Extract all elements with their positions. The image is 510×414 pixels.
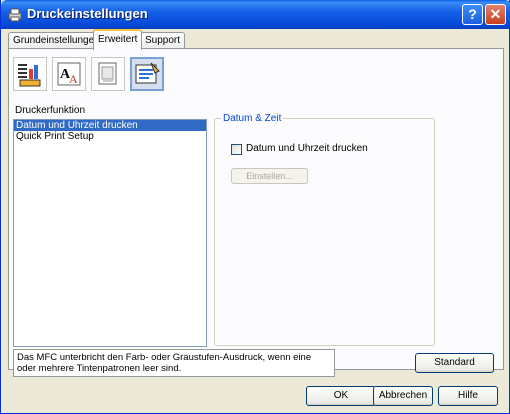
print-quality-icon xyxy=(18,64,41,87)
device-options-icon xyxy=(135,62,160,84)
copy-icon xyxy=(98,62,117,85)
tab-support[interactable]: Support xyxy=(140,32,186,49)
tab-erweitert[interactable]: Erweitert xyxy=(93,29,143,50)
settings-button: Einstellen... xyxy=(231,168,308,184)
device-options-button[interactable] xyxy=(130,57,164,91)
tab-grundeinstellungen[interactable]: Grundeinstellungen xyxy=(8,32,105,49)
font-icon: A A xyxy=(57,62,81,86)
print-datetime-checkbox[interactable] xyxy=(231,144,242,155)
device-function-list[interactable]: Datum und Uhrzeit drucken Quick Print Se… xyxy=(13,119,207,347)
print-quality-button[interactable] xyxy=(13,57,47,91)
close-title-button[interactable]: ✕ xyxy=(485,4,506,25)
datetime-group: Datum & Zeit Datum und Uhrzeit drucken E… xyxy=(214,113,435,346)
standard-button[interactable]: Standard xyxy=(415,353,494,373)
cancel-button[interactable]: Abbrechen xyxy=(373,386,433,406)
svg-text:A: A xyxy=(69,72,78,86)
printer-icon xyxy=(8,8,22,22)
title-bar[interactable]: Druckeinstellungen ? ✕ xyxy=(1,0,510,29)
help-title-button[interactable]: ? xyxy=(462,4,483,25)
font-settings-button[interactable]: A A xyxy=(52,57,86,91)
list-item-datum-uhrzeit[interactable]: Datum und Uhrzeit drucken xyxy=(14,120,206,131)
window-title: Druckeinstellungen xyxy=(27,6,148,21)
printer-settings-dialog: Druckeinstellungen ? ✕ Grundeinstellunge… xyxy=(0,0,510,414)
device-function-label: Druckerfunktion xyxy=(15,105,86,116)
print-datetime-label[interactable]: Datum und Uhrzeit drucken xyxy=(246,143,368,154)
ok-button[interactable]: OK xyxy=(306,386,376,406)
list-item-quick-print-setup[interactable]: Quick Print Setup xyxy=(14,131,206,142)
copy-settings-button[interactable] xyxy=(91,57,125,91)
datetime-group-title: Datum & Zeit xyxy=(221,113,284,124)
tab-panel-erweitert: A A Druckerfunktion Datum und Uhrzeit dr… xyxy=(8,48,504,377)
status-message: Das MFC unterbricht den Farb- oder Graus… xyxy=(13,349,335,377)
help-button[interactable]: Hilfe xyxy=(438,386,498,406)
